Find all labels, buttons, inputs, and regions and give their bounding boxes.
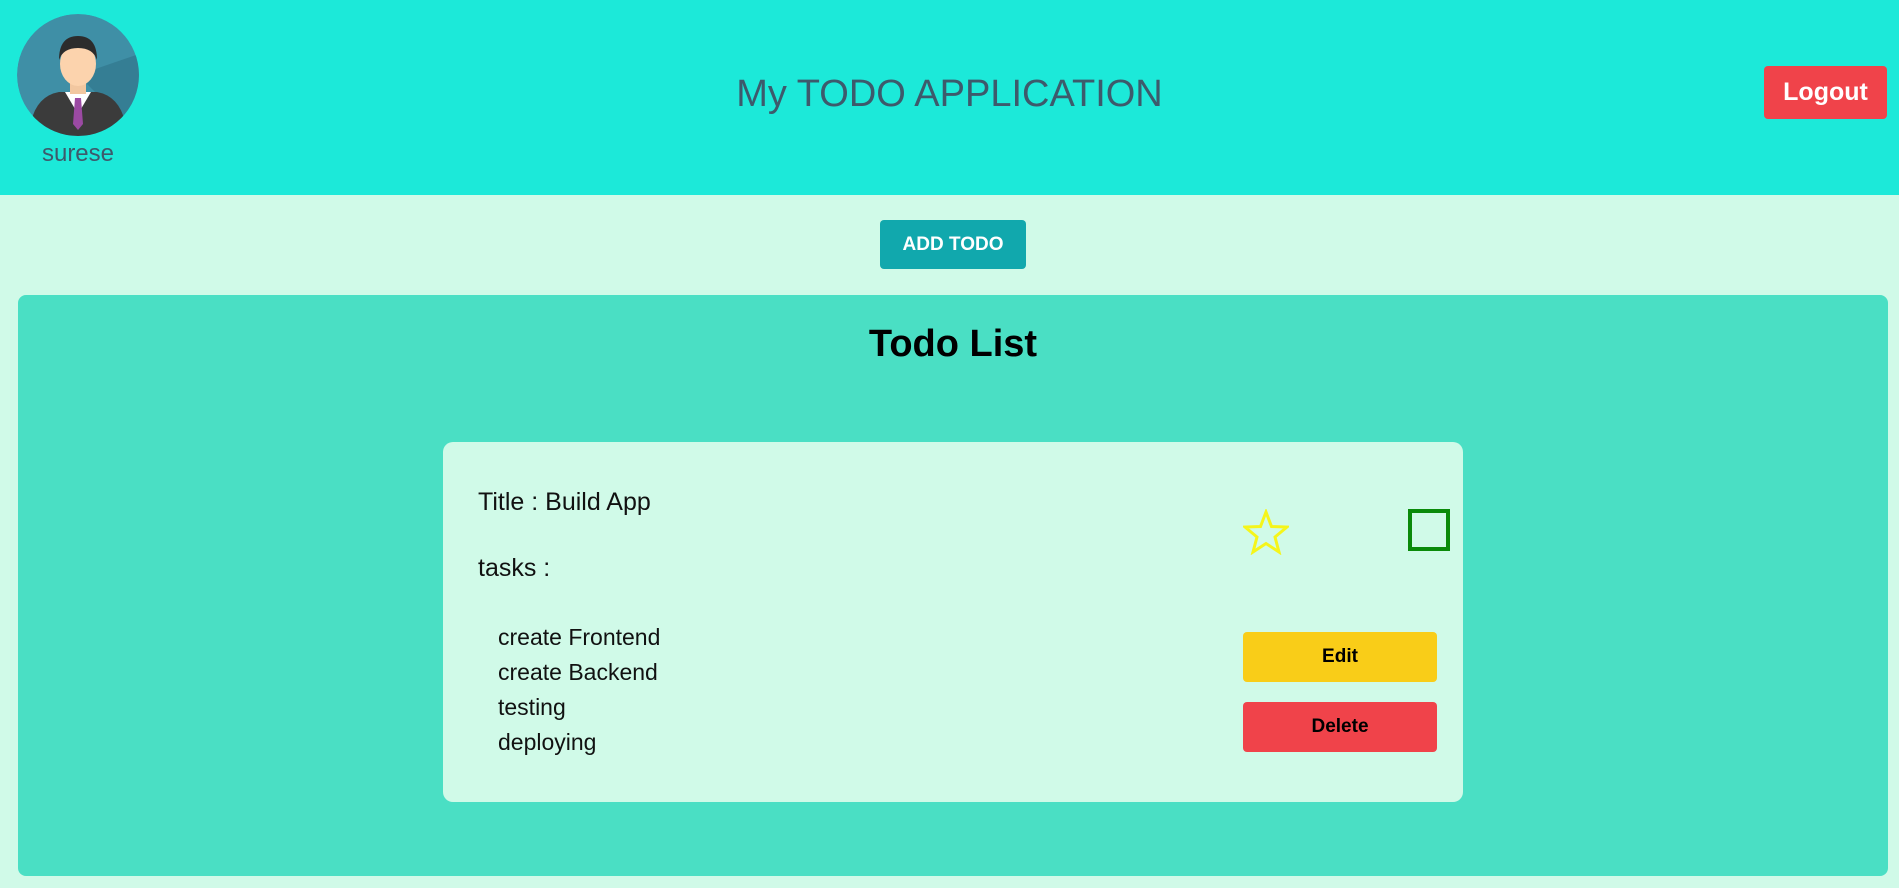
todo-list-panel: Todo List Title : Build App tasks : crea… [18,295,1888,876]
task-item: deploying [498,729,597,755]
logout-button[interactable]: Logout [1764,66,1887,119]
app-header: surese My TODO APPLICATION Logout [0,0,1899,195]
todo-title: Title : Build App [478,488,651,516]
edit-button[interactable]: Edit [1243,632,1437,682]
username-label: surese [41,140,115,167]
app-title: My TODO APPLICATION [736,73,1163,115]
task-list: create Frontend create Backend testing d… [498,620,660,760]
complete-checkbox[interactable] [1408,509,1450,551]
todo-card: Title : Build App tasks : create Fronten… [443,442,1463,802]
task-item: create Backend [498,659,658,685]
add-todo-button[interactable]: ADD TODO [880,220,1026,269]
todo-list-heading: Todo List [868,323,1038,365]
task-item: testing [498,694,566,720]
tasks-label: tasks : [478,554,551,582]
task-item: create Frontend [498,624,661,650]
star-icon[interactable] [1243,509,1289,555]
delete-button[interactable]: Delete [1243,702,1437,752]
